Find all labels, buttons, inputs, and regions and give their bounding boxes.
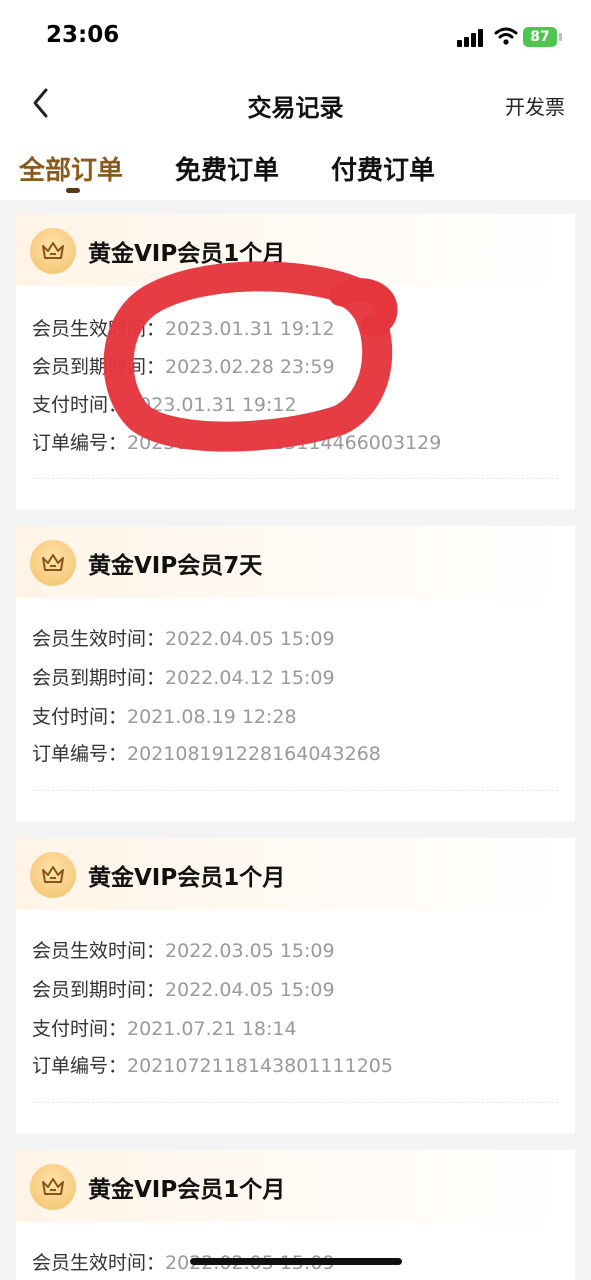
pay-time-value: 2021.07.21 18:14	[127, 1018, 297, 1040]
wifi-icon	[494, 26, 518, 46]
start-time-label: 会员生效时间：	[32, 318, 166, 340]
pay-time-value: 2023.01.31 19:12	[127, 394, 297, 416]
pay-time-label: 支付时间：	[32, 1018, 128, 1040]
nav-bar: 交易记录 开发票	[0, 76, 591, 132]
start-time-value: 2022.04.05 15:09	[165, 628, 335, 650]
order-title: 黄金VIP会员7天	[88, 553, 263, 579]
start-time-value: 2023.01.31 19:12	[165, 318, 335, 340]
start-time-label: 会员生效时间：	[32, 628, 166, 650]
end-time-label: 会员到期时间：	[32, 356, 166, 378]
status-time: 23:06	[46, 22, 120, 48]
divider	[32, 1102, 559, 1103]
invoice-button[interactable]: 开发票	[505, 91, 565, 120]
crown-icon	[30, 852, 76, 898]
end-time-value: 2022.04.12 15:09	[165, 667, 335, 689]
end-time-row: 会员到期时间：2023.02.28 23:59	[32, 352, 335, 379]
divider	[32, 790, 559, 791]
order-card[interactable]: 黄金VIP会员1个月 会员生效时间：2023.01.31 19:12 会员到期时…	[16, 214, 575, 510]
crown-icon	[30, 228, 76, 274]
order-card[interactable]: 黄金VIP会员1个月 会员生效时间：2022.03.05 15:09 会员到期时…	[16, 838, 575, 1134]
start-time-value: 2022.03.05 15:09	[165, 940, 335, 962]
order-number-value: 20210819122816404326​8	[127, 743, 381, 765]
end-time-row: 会员到期时间：2022.04.12 15:09	[32, 663, 335, 690]
end-time-value: 2022.04.05 15:09	[165, 979, 335, 1001]
pay-time-row: 支付时间：2021.07.21 18:14	[32, 1014, 297, 1041]
pay-time-label: 支付时间：	[32, 706, 128, 728]
start-time-row: 会员生效时间：2023.01.31 19:12	[32, 314, 335, 341]
order-number-label: 订单编号：	[32, 743, 128, 765]
order-title: 黄金VIP会员1个月	[88, 1177, 286, 1203]
order-number-row: 订单编号：20210819122816404326​8	[32, 739, 381, 766]
tab-free-orders[interactable]: 免费订单	[175, 150, 279, 187]
end-time-value: 2023.02.28 23:59	[165, 356, 335, 378]
start-time-label: 会员生效时间：	[32, 1252, 166, 1274]
order-card-header: 黄金VIP会员1个月	[16, 838, 575, 910]
home-indicator	[190, 1258, 402, 1265]
end-time-label: 会员到期时间：	[32, 667, 166, 689]
order-number-value: 20210721181438011112​05	[127, 1055, 393, 1077]
pay-time-row: 支付时间：2021.08.19 12:28	[32, 702, 297, 729]
order-number-row: 订单编号：20210721181438011112​05	[32, 1051, 393, 1078]
order-tabs: 全部订单 免费订单 付费订单	[0, 146, 591, 196]
end-time-row: 会员到期时间：2022.04.05 15:09	[32, 975, 335, 1002]
order-card-header: 黄金VIP会员1个月	[16, 1150, 575, 1222]
crown-icon	[30, 1164, 76, 1210]
battery-tip	[559, 33, 562, 41]
order-title: 黄金VIP会员1个月	[88, 241, 286, 267]
order-number-row: 订单编号：20230131191215114466003129	[32, 428, 441, 455]
tab-paid-orders[interactable]: 付费订单	[331, 150, 435, 187]
order-card-header: 黄金VIP会员7天	[16, 526, 575, 598]
signal-icon	[457, 29, 485, 47]
tab-all-orders[interactable]: 全部订单	[19, 150, 123, 187]
start-time-row: 会员生效时间：2022.04.05 15:09	[32, 624, 335, 651]
order-title: 黄金VIP会员1个月	[88, 865, 286, 891]
start-time-row: 会员生效时间：2022.03.05 15:09	[32, 936, 335, 963]
page-title: 交易记录	[247, 94, 344, 122]
battery-icon: 87	[523, 27, 557, 47]
end-time-label: 会员到期时间：	[32, 979, 166, 1001]
pay-time-label: 支付时间：	[32, 394, 128, 416]
pay-time-row: 支付时间：2023.01.31 19:12	[32, 390, 297, 417]
order-number-value: 20230131191215114466003129	[127, 432, 442, 454]
start-time-label: 会员生效时间：	[32, 940, 166, 962]
crown-icon	[30, 540, 76, 586]
divider	[32, 478, 559, 479]
order-number-label: 订单编号：	[32, 1055, 128, 1077]
status-bar: 23:06 87	[0, 0, 591, 70]
active-tab-indicator	[66, 188, 80, 193]
order-card-header: 黄金VIP会员1个月	[16, 214, 575, 286]
pay-time-value: 2021.08.19 12:28	[127, 706, 297, 728]
order-card[interactable]: 黄金VIP会员7天 会员生效时间：2022.04.05 15:09 会员到期时间…	[16, 526, 575, 822]
order-number-label: 订单编号：	[32, 432, 128, 454]
